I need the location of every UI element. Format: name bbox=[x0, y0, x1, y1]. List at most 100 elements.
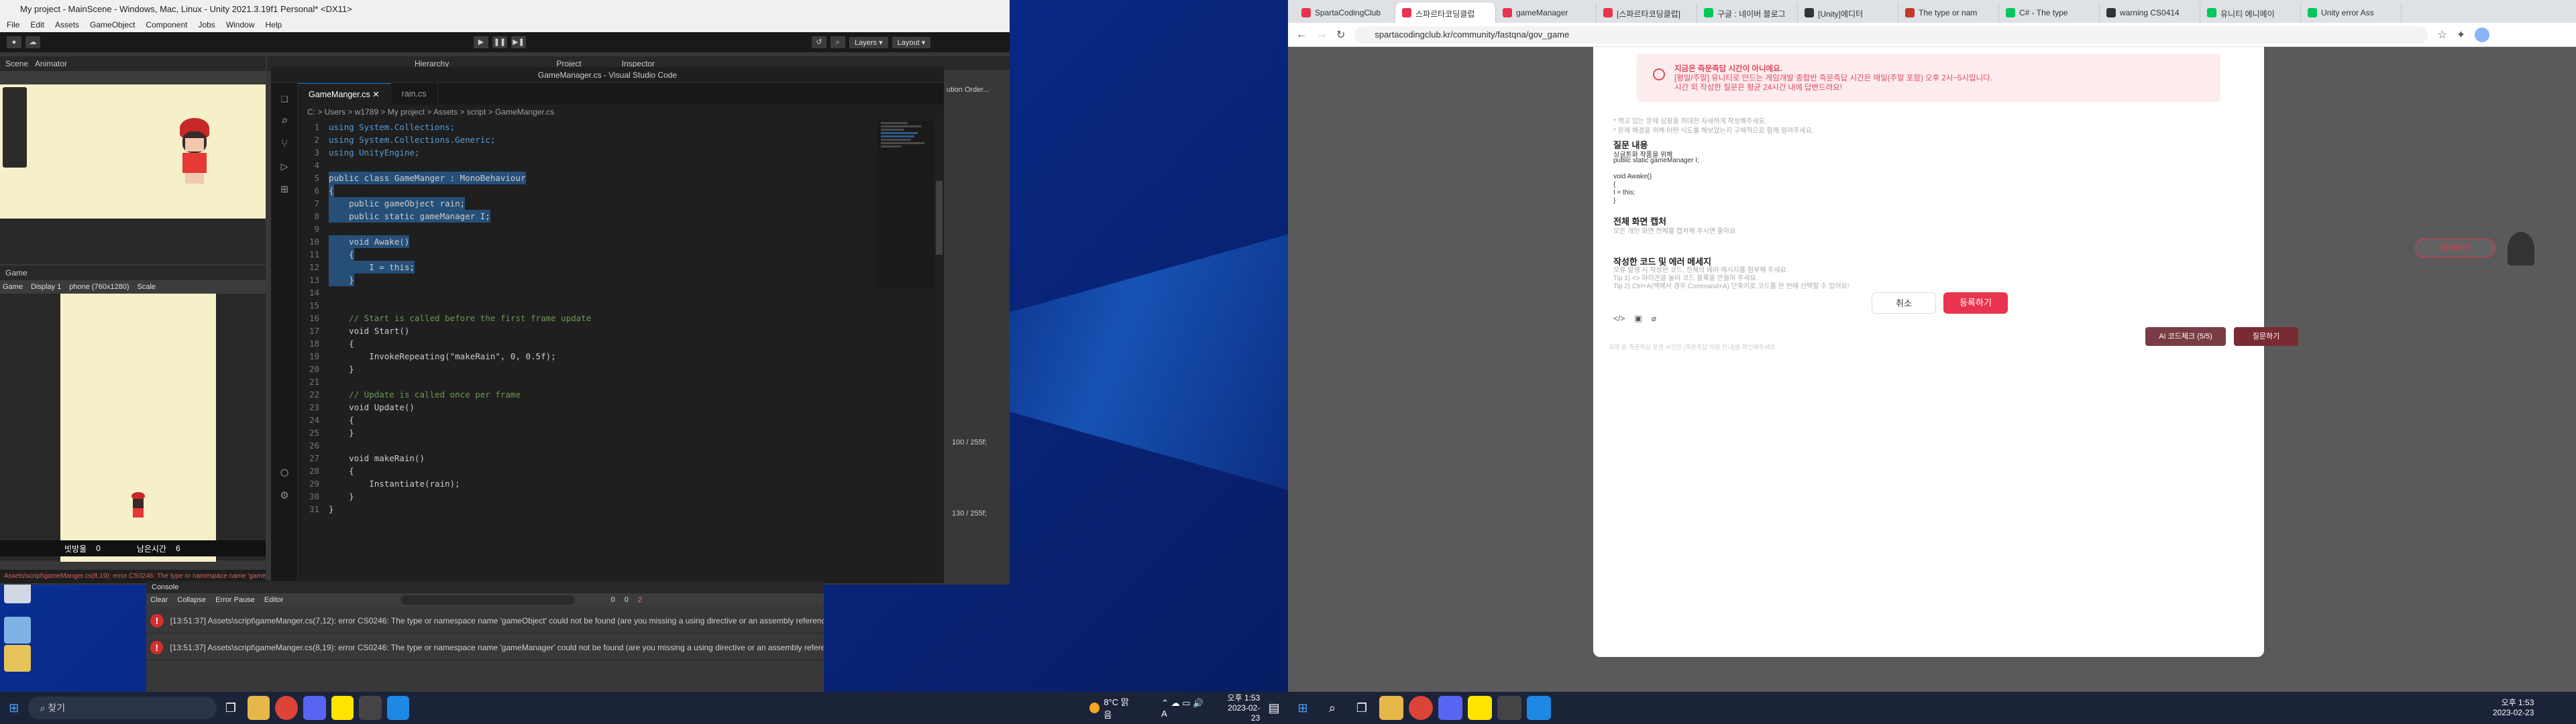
chrome-tab[interactable]: 스파르타코딩클럽 bbox=[1395, 3, 1496, 23]
code-line[interactable]: 3 using UnityEngine; bbox=[298, 146, 877, 159]
chrome-tab[interactable]: 유니티 에니메이 bbox=[2200, 3, 2301, 23]
system-tray[interactable]: ⌃ ☁ ▭ 🔊 A bbox=[1161, 698, 1208, 719]
console-tab[interactable]: Console bbox=[146, 581, 824, 593]
info-count[interactable]: 0 bbox=[611, 596, 615, 604]
code-line[interactable]: 21 bbox=[298, 375, 877, 388]
question-editor[interactable] bbox=[1607, 109, 2251, 631]
code-line[interactable]: 31} bbox=[298, 503, 877, 516]
minimap[interactable] bbox=[877, 121, 934, 288]
ime-indicator[interactable]: A bbox=[1161, 709, 1167, 719]
search-icon[interactable]: ⌕ bbox=[830, 36, 845, 48]
image-upload-icon[interactable]: ▣ bbox=[1634, 314, 1642, 323]
ask-question-button[interactable]: 질문하기 bbox=[2234, 327, 2298, 346]
task-view-icon[interactable]: ❐ bbox=[219, 696, 242, 720]
scene-view[interactable] bbox=[0, 84, 266, 219]
code-line[interactable]: 4 bbox=[298, 159, 877, 172]
pause-icon[interactable]: ❚❚ bbox=[492, 36, 507, 48]
run-debug-icon[interactable]: ▷ bbox=[277, 160, 292, 174]
file-explorer-icon[interactable] bbox=[1379, 696, 1403, 720]
code-line[interactable]: 1 using System.Collections; bbox=[298, 121, 877, 133]
kakaotalk-icon[interactable] bbox=[1468, 696, 1492, 720]
code-line[interactable]: 19 InvokeRepeating("makeRain", 0, 0.5f); bbox=[298, 350, 877, 363]
code-line[interactable]: 15 bbox=[298, 299, 877, 312]
code-line[interactable]: 8 public static gameManager I; bbox=[298, 210, 877, 223]
vscode-icon[interactable] bbox=[386, 696, 410, 720]
breadcrumb[interactable]: C: > Users > w1789 > My project > Assets… bbox=[298, 105, 944, 119]
chrome-tab[interactable]: SpartaCodingClub bbox=[1295, 3, 1395, 23]
vertical-scrollbar[interactable] bbox=[934, 121, 944, 583]
console-error-row[interactable]: ! [13:51:37] Assets\script\gameManger.cs… bbox=[146, 635, 824, 660]
discord-icon[interactable] bbox=[1438, 696, 1462, 720]
display-dropdown[interactable]: Display 1 bbox=[31, 283, 61, 291]
tab-gamemanger-cs[interactable]: GameManger.cs ✕ bbox=[298, 83, 391, 105]
code-line[interactable]: 9 bbox=[298, 223, 877, 235]
chrome-icon[interactable] bbox=[275, 696, 298, 720]
scale-slider-label[interactable]: Scale bbox=[138, 283, 156, 291]
scene-tool-palette[interactable] bbox=[3, 87, 27, 168]
history-icon[interactable]: ↺ bbox=[812, 36, 826, 48]
chrome-tab[interactable]: [Unity]에디터 bbox=[1798, 3, 1898, 23]
discord-icon[interactable] bbox=[303, 696, 326, 720]
layers-dropdown[interactable]: Layers ▾ bbox=[849, 36, 888, 48]
extensions-icon[interactable]: ✦ bbox=[2457, 28, 2465, 42]
resolution-dropdown[interactable]: phone (760x1280) bbox=[69, 283, 129, 291]
unity-icon[interactable] bbox=[1497, 696, 1521, 720]
play-icon[interactable]: ▶ bbox=[474, 36, 488, 48]
menu-jobs[interactable]: Jobs bbox=[198, 20, 215, 29]
code-line[interactable]: 26 bbox=[298, 439, 877, 452]
extensions-icon[interactable]: ⊞ bbox=[277, 182, 292, 197]
code-line[interactable]: 29 Instantiate(rain); bbox=[298, 477, 877, 490]
editor-dropdown[interactable]: Editor bbox=[264, 596, 284, 604]
menu-component[interactable]: Component bbox=[146, 20, 187, 29]
collapse-button[interactable]: Collapse bbox=[177, 596, 206, 604]
error-count[interactable]: 2 bbox=[638, 596, 642, 604]
menu-window[interactable]: Window bbox=[226, 20, 255, 29]
code-line[interactable]: 2 using System.Collections.Generic; bbox=[298, 133, 877, 146]
code-line[interactable]: 20 } bbox=[298, 363, 877, 375]
clock[interactable]: 오후 1:53 2023-02-23 bbox=[1222, 693, 1260, 723]
chrome-tab[interactable]: C# - The type bbox=[1999, 3, 2100, 23]
code-line[interactable]: 5 public class GameManger : MonoBehaviour bbox=[298, 172, 877, 184]
menu-help[interactable]: Help bbox=[266, 20, 282, 29]
source-control-icon[interactable]: ⑂ bbox=[277, 137, 292, 152]
menu-edit[interactable]: Edit bbox=[30, 20, 44, 29]
unity-icon[interactable] bbox=[359, 696, 382, 720]
search-icon[interactable]: ⌕ bbox=[1320, 696, 1344, 720]
code-line[interactable]: 11 { bbox=[298, 248, 877, 261]
code-line[interactable]: 25 } bbox=[298, 426, 877, 439]
forward-icon[interactable]: → bbox=[1316, 29, 1327, 41]
notification-icon[interactable]: ▤ bbox=[1263, 696, 1285, 720]
vscode-icon[interactable] bbox=[1527, 696, 1551, 720]
clear-button[interactable]: Clear bbox=[150, 596, 168, 604]
code-line[interactable]: 23 void Update() bbox=[298, 401, 877, 414]
tab-animator[interactable]: Animator bbox=[35, 59, 67, 68]
kakaotalk-icon[interactable] bbox=[331, 696, 354, 720]
code-line[interactable]: 10 void Awake() bbox=[298, 235, 877, 248]
bookmark-star-icon[interactable]: ☆ bbox=[2437, 28, 2447, 42]
code-line[interactable]: 7 public gameObject rain; bbox=[298, 197, 877, 210]
inquiry-button[interactable]: 문의하기 bbox=[2415, 239, 2496, 257]
menu-assets[interactable]: Assets bbox=[55, 20, 79, 29]
settings-gear-icon[interactable]: ⚙ bbox=[277, 488, 292, 503]
chrome-tab[interactable]: 구글 : 네이버 블로그 bbox=[1697, 3, 1798, 23]
explorer-icon[interactable]: ❏ bbox=[277, 91, 292, 106]
search-icon[interactable]: ⌕ bbox=[277, 114, 292, 129]
code-line[interactable]: 27 void makeRain() bbox=[298, 452, 877, 465]
game-view[interactable] bbox=[60, 294, 216, 562]
chrome-tab[interactable]: gameManager bbox=[1496, 3, 1597, 23]
code-line[interactable]: 13 } bbox=[298, 274, 877, 286]
task-view-icon[interactable]: ❐ bbox=[1350, 696, 1374, 720]
code-block-icon[interactable]: </> bbox=[1613, 314, 1625, 323]
menu-file[interactable]: File bbox=[7, 20, 19, 29]
chrome-tab[interactable]: The type or nam bbox=[1898, 3, 1999, 23]
chatbot-mascot-icon[interactable] bbox=[2508, 232, 2534, 265]
code-line[interactable]: 24 { bbox=[298, 414, 877, 426]
ai-check-button[interactable]: AI 코드체크 (5/5) bbox=[2145, 327, 2226, 346]
chrome-tab[interactable]: [스파르타코딩클럽] bbox=[1597, 3, 1697, 23]
windows-start-icon[interactable]: ⊞ bbox=[3, 696, 25, 720]
file-explorer-icon[interactable] bbox=[247, 696, 270, 720]
account-icon[interactable]: ● bbox=[7, 36, 21, 48]
console-error-row[interactable]: ! [13:51:37] Assets\script\gameManger.cs… bbox=[146, 608, 824, 634]
desktop-icon-pc[interactable] bbox=[4, 617, 31, 644]
menu-gameobject[interactable]: GameObject bbox=[90, 20, 135, 29]
